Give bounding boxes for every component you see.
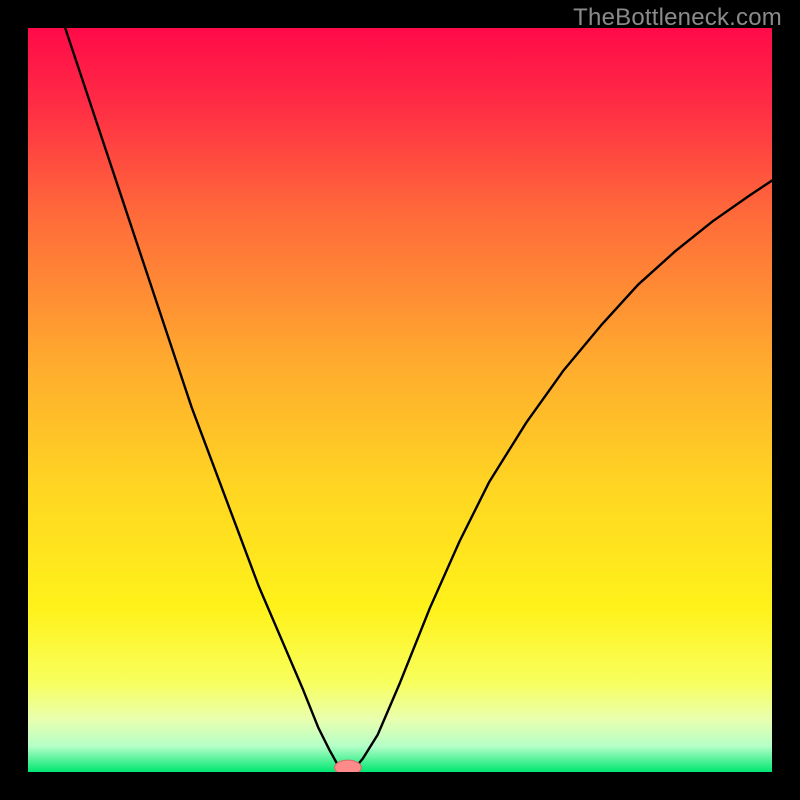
chart-plot [28, 28, 772, 772]
chart-background [28, 28, 772, 772]
chart-frame: TheBottleneck.com [0, 0, 800, 800]
minimum-marker [335, 760, 362, 772]
chart-svg [28, 28, 772, 772]
